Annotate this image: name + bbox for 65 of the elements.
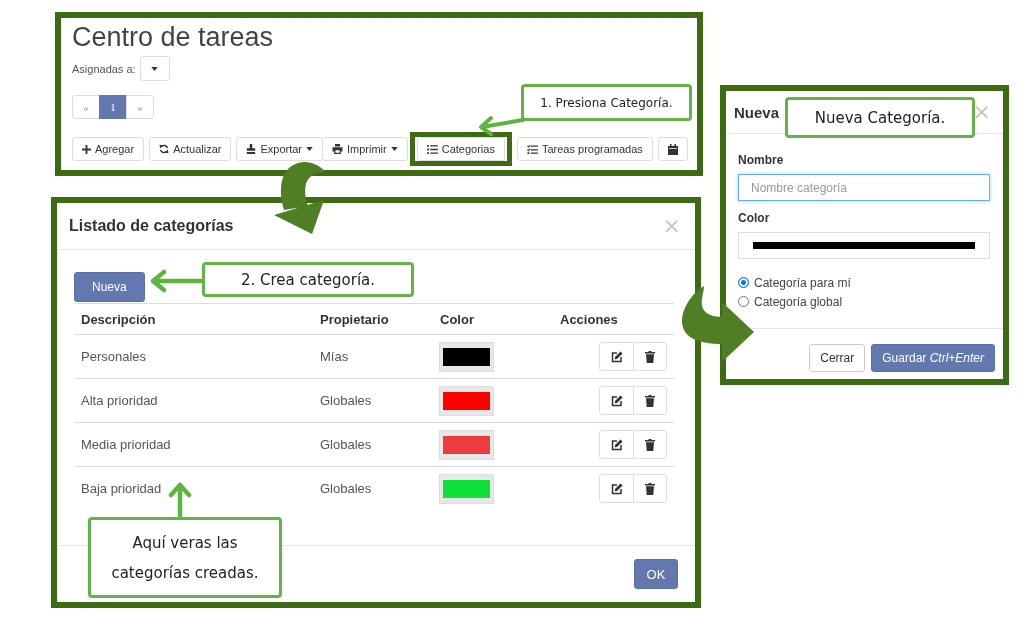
scheduled-tasks-button[interactable]: Tareas programadas [516, 137, 653, 161]
table-cell: Baja prioridad [74, 466, 313, 510]
dialog-title: Listado de categorías [69, 217, 234, 235]
new-button[interactable]: Nueva [74, 272, 145, 302]
table-cell: Globales [313, 466, 433, 510]
categories-button[interactable]: Categorias [416, 137, 505, 161]
table-cell: Globales [313, 378, 433, 423]
plus-icon [82, 144, 91, 154]
radio-option[interactable]: Categoría para mí [738, 273, 990, 292]
pointer-arrow [148, 268, 204, 294]
column-header: Descripción [74, 303, 313, 335]
delete-button[interactable] [633, 386, 667, 415]
table-cell: Alta prioridad [74, 378, 313, 423]
annotation-callout: Aquí veras las categorías creadas. [88, 517, 282, 598]
stamp-icon [246, 144, 257, 154]
pointer-arrow [167, 481, 193, 519]
annotation-callout: Nueva Categoría. [785, 97, 975, 138]
trash-icon [645, 350, 655, 363]
list-icon [426, 144, 438, 154]
ok-button[interactable]: OK [634, 559, 678, 589]
edit-icon [610, 394, 623, 407]
pointer-arrow [476, 114, 526, 136]
edit-button[interactable] [599, 386, 634, 415]
print-button[interactable]: Imprimir [322, 137, 408, 161]
edit-button[interactable] [599, 430, 634, 459]
refresh-button[interactable]: Actualizar [149, 137, 232, 161]
export-button[interactable]: Exportar [236, 137, 323, 161]
page-title: Centro de tareas [72, 21, 275, 53]
calendar-button[interactable] [657, 137, 688, 161]
filter-label: Asignadas a: [72, 62, 136, 75]
calendar-icon [667, 143, 678, 155]
delete-button[interactable] [633, 474, 667, 503]
trash-icon [645, 438, 655, 451]
add-button[interactable]: Agregar [72, 137, 145, 161]
trash-icon [645, 394, 655, 407]
trash-icon [645, 482, 655, 495]
edit-icon [610, 482, 623, 495]
refresh-icon [159, 144, 170, 154]
field-label: Color [738, 211, 771, 226]
color-field[interactable] [738, 232, 990, 259]
table-cell: Media prioridad [74, 422, 313, 467]
close-button[interactable]: Cerrar [809, 344, 866, 372]
table-cell: Mías [313, 334, 433, 379]
delete-button[interactable] [633, 430, 667, 459]
field-label: Nombre [738, 153, 785, 168]
caret-icon [151, 66, 159, 71]
edit-icon [610, 438, 623, 451]
edit-button[interactable] [599, 342, 634, 371]
save-button[interactable]: Guardar Ctrl+Enter [871, 344, 995, 372]
dialog-title: Nueva [734, 103, 780, 121]
table-cell: Globales [313, 422, 433, 467]
name-input[interactable]: Nombre categoría [738, 174, 990, 201]
edit-button[interactable] [599, 474, 634, 503]
annotation-callout: 2. Crea categoría. [202, 262, 414, 297]
column-header: Color [433, 303, 553, 335]
page-button[interactable]: 1 [99, 95, 127, 119]
table-cell: Personales [74, 334, 313, 379]
column-header: Propietario [313, 303, 433, 335]
column-header: Acciones [553, 303, 674, 335]
radio-option[interactable]: Categoría global [738, 292, 990, 311]
edit-icon [610, 350, 623, 363]
annotation-callout: 1. Presiona Categoría. [521, 84, 692, 121]
delete-button[interactable] [633, 342, 667, 371]
checklist-icon [526, 144, 538, 154]
printer-icon [332, 144, 343, 154]
